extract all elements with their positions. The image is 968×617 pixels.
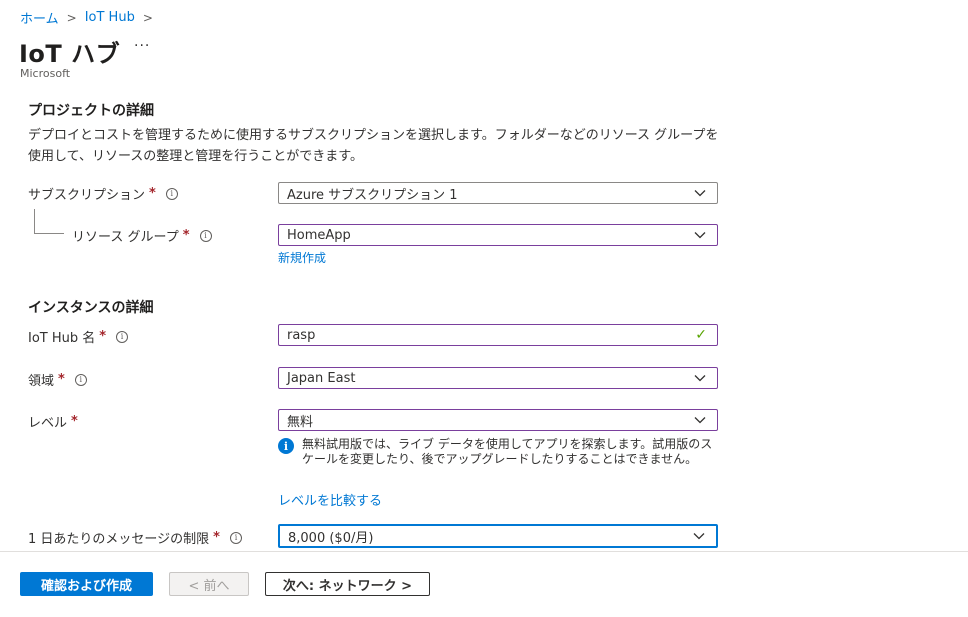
breadcrumb: ホーム > IoT Hub > (20, 8, 153, 27)
info-icon[interactable]: i (229, 531, 242, 544)
tier-dropdown[interactable]: 無料 (278, 409, 718, 431)
chevron-down-icon (694, 190, 706, 197)
tree-connector-horizontal (34, 233, 64, 234)
region-label-text: 領域 (28, 374, 55, 389)
instance-details-title: インスタンスの詳細 (28, 300, 154, 316)
iothub-name-label: IoT Hub 名 * i (28, 327, 129, 346)
required-marker: * (99, 329, 107, 344)
resource-group-label-text: リソース グループ (72, 230, 179, 245)
compare-tiers-link[interactable]: レベルを比較する (278, 490, 382, 509)
required-marker: * (58, 372, 65, 387)
tier-label-text: レベル (28, 416, 68, 431)
iothub-name-label-text: IoT Hub 名 (28, 331, 96, 346)
info-icon[interactable]: i (74, 373, 87, 386)
daily-message-limit-dropdown[interactable]: 8,000 ($0/月) (278, 524, 718, 548)
resource-group-dropdown[interactable]: HomeApp (278, 224, 718, 246)
resource-group-label: リソース グループ * i (72, 226, 212, 245)
chevron-down-icon (694, 417, 706, 424)
project-details-description: デプロイとコストを管理するために使用するサブスクリプションを選択します。フォルダ… (28, 128, 719, 164)
publisher-label: Microsoft (20, 67, 71, 80)
subscription-value: Azure サブスクリプション 1 (287, 187, 458, 203)
breadcrumb-iothub-link[interactable]: IoT Hub (85, 10, 135, 25)
footer-divider (0, 551, 968, 552)
previous-button[interactable]: < 前へ (169, 572, 249, 596)
region-value: Japan East (287, 370, 356, 386)
more-options-button[interactable]: ··· (134, 38, 150, 54)
subscription-label-text: サブスクリプション (28, 188, 146, 203)
review-create-button[interactable]: 確認および作成 (20, 572, 153, 596)
checkmark-icon: ✓ (695, 327, 707, 343)
create-new-resource-group-link[interactable]: 新規作成 (278, 249, 326, 266)
info-icon[interactable]: i (165, 187, 178, 200)
info-icon[interactable]: i (116, 330, 129, 343)
required-marker: * (71, 414, 78, 429)
subscription-dropdown[interactable]: Azure サブスクリプション 1 (278, 182, 718, 204)
page-title: IoT ハブ (19, 40, 121, 68)
chevron-down-icon (694, 232, 706, 239)
region-dropdown[interactable]: Japan East (278, 367, 718, 389)
breadcrumb-separator: > (142, 10, 153, 25)
required-marker: * (149, 186, 156, 201)
breadcrumb-separator: > (66, 10, 77, 25)
next-networking-button[interactable]: 次へ: ネットワーク > (265, 572, 430, 596)
tier-label: レベル * (28, 412, 78, 431)
daily-message-limit-label: 1 日あたりのメッセージの制限 * i (28, 528, 242, 547)
daily-message-limit-label-text: 1 日あたりのメッセージの制限 (28, 532, 210, 547)
daily-message-limit-value: 8,000 ($0/月) (288, 530, 374, 546)
required-marker: * (182, 228, 190, 243)
iothub-name-input[interactable]: rasp ✓ (278, 324, 718, 346)
breadcrumb-home-link[interactable]: ホーム (20, 8, 59, 27)
project-details-title: プロジェクトの詳細 (28, 103, 154, 119)
resource-group-value: HomeApp (287, 227, 351, 243)
region-label: 領域 * i (28, 370, 87, 389)
chevron-down-icon (693, 533, 705, 540)
required-marker: * (213, 530, 220, 545)
info-filled-icon: i (278, 438, 294, 454)
chevron-down-icon (694, 375, 706, 382)
iothub-name-value: rasp (287, 327, 316, 343)
tier-notice-text: 無料試用版では、ライブ データを使用してアプリを探索します。試用版のスケールを変… (302, 437, 713, 466)
info-icon[interactable]: i (199, 229, 212, 242)
tier-value: 無料 (287, 414, 314, 430)
subscription-label: サブスクリプション * i (28, 184, 178, 203)
tree-connector-vertical (34, 209, 35, 234)
tier-info-notice: i 無料試用版では、ライブ データを使用してアプリを探索します。試用版のスケール… (278, 437, 718, 467)
